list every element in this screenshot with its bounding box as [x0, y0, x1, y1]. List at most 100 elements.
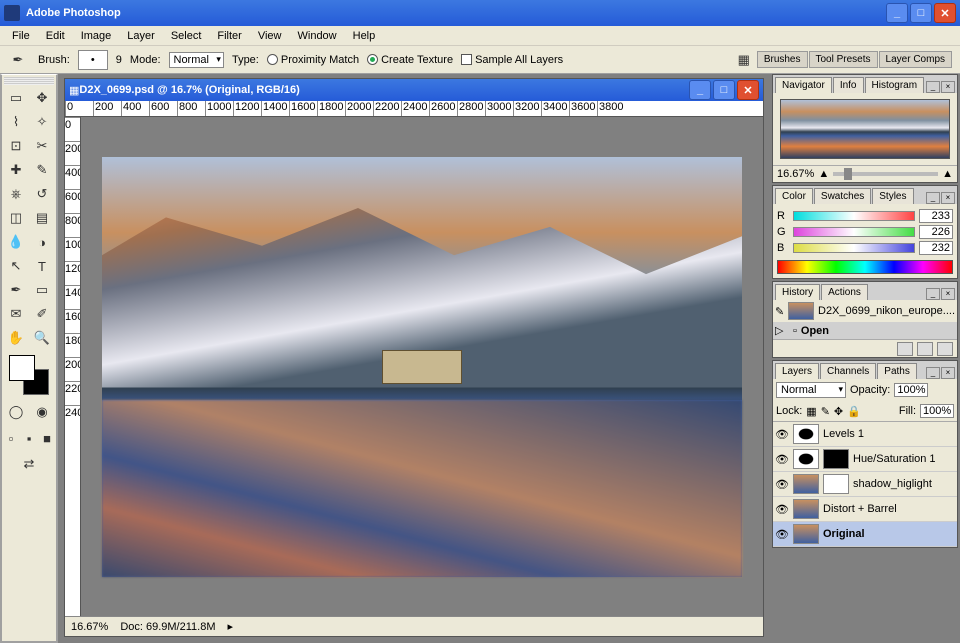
palette-well-icon[interactable]: ▦	[732, 49, 756, 71]
doc-close-button[interactable]: ✕	[737, 80, 759, 100]
menu-window[interactable]: Window	[290, 28, 345, 44]
stamp-tool[interactable]: ⎈	[4, 183, 28, 205]
gradient-tool[interactable]: ▤	[30, 207, 54, 229]
visibility-icon[interactable]: 👁	[775, 453, 789, 466]
minimize-button[interactable]: _	[886, 3, 908, 23]
quickmask-off[interactable]: ◯	[4, 401, 28, 423]
tab-brushes[interactable]: Brushes	[757, 51, 808, 68]
panel-minimize[interactable]: _	[926, 367, 940, 379]
menu-edit[interactable]: Edit	[38, 28, 73, 44]
menu-file[interactable]: File	[4, 28, 38, 44]
menu-layer[interactable]: Layer	[119, 28, 163, 44]
toolbox-grip[interactable]	[4, 77, 54, 85]
move-tool[interactable]: ✥	[30, 87, 54, 109]
layer-row[interactable]: 👁 shadow_higlight	[773, 472, 957, 497]
lock-transparency-icon[interactable]: ▦	[806, 405, 816, 418]
brush-tool[interactable]: ✎	[30, 159, 54, 181]
panel-close[interactable]: ×	[941, 192, 955, 204]
menu-select[interactable]: Select	[163, 28, 210, 44]
visibility-icon[interactable]: 👁	[775, 528, 789, 541]
visibility-icon[interactable]: 👁	[775, 503, 789, 516]
fill-value[interactable]: 100%	[920, 404, 954, 418]
history-snapshot[interactable]: ✎ D2X_0699_nikon_europe....	[773, 300, 957, 322]
wand-tool[interactable]: ✧	[30, 111, 54, 133]
tab-actions[interactable]: Actions	[821, 284, 868, 300]
navigator-zoom-value[interactable]: 16.67%	[777, 168, 814, 180]
navigator-thumbnail[interactable]	[780, 99, 950, 159]
slice-tool[interactable]: ✂	[30, 135, 54, 157]
quickmask-on[interactable]: ◉	[30, 401, 54, 423]
tab-tool-presets[interactable]: Tool Presets	[809, 51, 878, 68]
notes-tool[interactable]: ✉	[4, 303, 28, 325]
crop-tool[interactable]: ⊡	[4, 135, 28, 157]
foreground-color[interactable]	[9, 355, 35, 381]
tab-channels[interactable]: Channels	[820, 363, 876, 379]
tab-history[interactable]: History	[775, 284, 820, 300]
b-value[interactable]: 232	[919, 241, 953, 255]
brush-preview[interactable]: •	[78, 50, 108, 70]
tab-paths[interactable]: Paths	[877, 363, 917, 379]
maximize-button[interactable]: □	[910, 3, 932, 23]
new-document-from-state-icon[interactable]	[897, 342, 913, 356]
panel-minimize[interactable]: _	[926, 192, 940, 204]
r-value[interactable]: 233	[919, 209, 953, 223]
visibility-icon[interactable]: 👁	[775, 478, 789, 491]
current-tool-icon[interactable]: ✒	[6, 49, 30, 71]
blend-mode-dropdown[interactable]: Normal	[776, 382, 846, 398]
screenmode-full-menu[interactable]: ▪	[21, 427, 37, 449]
visibility-icon[interactable]: 👁	[775, 428, 789, 441]
zoom-slider[interactable]	[833, 172, 938, 176]
doc-minimize-button[interactable]: _	[689, 80, 711, 100]
delete-state-icon[interactable]	[937, 342, 953, 356]
mode-dropdown[interactable]: Normal	[169, 52, 224, 68]
b-slider[interactable]	[793, 243, 915, 253]
pen-tool[interactable]: ✒	[4, 279, 28, 301]
tab-navigator[interactable]: Navigator	[775, 77, 832, 93]
blur-tool[interactable]: 💧	[4, 231, 28, 253]
menu-filter[interactable]: Filter	[209, 28, 249, 44]
eyedropper-tool[interactable]: ✐	[30, 303, 54, 325]
g-slider[interactable]	[793, 227, 915, 237]
tab-layer-comps[interactable]: Layer Comps	[879, 51, 952, 68]
zoom-out-icon[interactable]: ▲	[818, 168, 829, 180]
path-tool[interactable]: ↖	[4, 255, 28, 277]
lock-all-icon[interactable]: 🔒	[847, 405, 861, 418]
lasso-tool[interactable]: ⌇	[4, 111, 28, 133]
new-snapshot-icon[interactable]	[917, 342, 933, 356]
zoom-in-icon[interactable]: ▲	[942, 168, 953, 180]
jump-to-imageready[interactable]: ⇄	[5, 453, 53, 475]
tab-swatches[interactable]: Swatches	[814, 188, 871, 204]
color-swatches[interactable]	[9, 355, 49, 395]
menu-help[interactable]: Help	[345, 28, 384, 44]
close-button[interactable]: ✕	[934, 3, 956, 23]
shape-tool[interactable]: ▭	[30, 279, 54, 301]
hand-tool[interactable]: ✋	[4, 327, 28, 349]
g-value[interactable]: 226	[919, 225, 953, 239]
history-step[interactable]: ▷ ▫ Open	[773, 322, 957, 339]
opacity-value[interactable]: 100%	[894, 383, 928, 397]
zoom-tool[interactable]: 🔍	[30, 327, 54, 349]
canvas[interactable]	[81, 117, 763, 616]
type-tool[interactable]: T	[30, 255, 54, 277]
panel-minimize[interactable]: _	[926, 81, 940, 93]
eraser-tool[interactable]: ◫	[4, 207, 28, 229]
tab-layers[interactable]: Layers	[775, 363, 819, 379]
marquee-tool[interactable]: ▭	[4, 87, 28, 109]
layer-row[interactable]: 👁 Distort + Barrel	[773, 497, 957, 522]
lock-position-icon[interactable]: ✥	[834, 405, 843, 418]
create-texture-radio[interactable]: Create Texture	[367, 54, 453, 66]
sample-all-checkbox[interactable]: Sample All Layers	[461, 54, 563, 66]
dodge-tool[interactable]: ◑	[30, 231, 54, 253]
healing-tool[interactable]: ✚	[4, 159, 28, 181]
lock-paint-icon[interactable]: ✎	[821, 405, 830, 418]
layer-row[interactable]: 👁 Levels 1	[773, 422, 957, 447]
layer-mask-thumb[interactable]	[823, 449, 849, 469]
tab-color[interactable]: Color	[775, 188, 813, 204]
layer-mask-thumb[interactable]	[823, 474, 849, 494]
panel-close[interactable]: ×	[941, 288, 955, 300]
proximity-radio[interactable]: Proximity Match	[267, 54, 359, 66]
doc-info-menu[interactable]: ▸	[228, 620, 234, 633]
menu-image[interactable]: Image	[73, 28, 120, 44]
screenmode-standard[interactable]: ▫	[3, 427, 19, 449]
menu-view[interactable]: View	[250, 28, 290, 44]
